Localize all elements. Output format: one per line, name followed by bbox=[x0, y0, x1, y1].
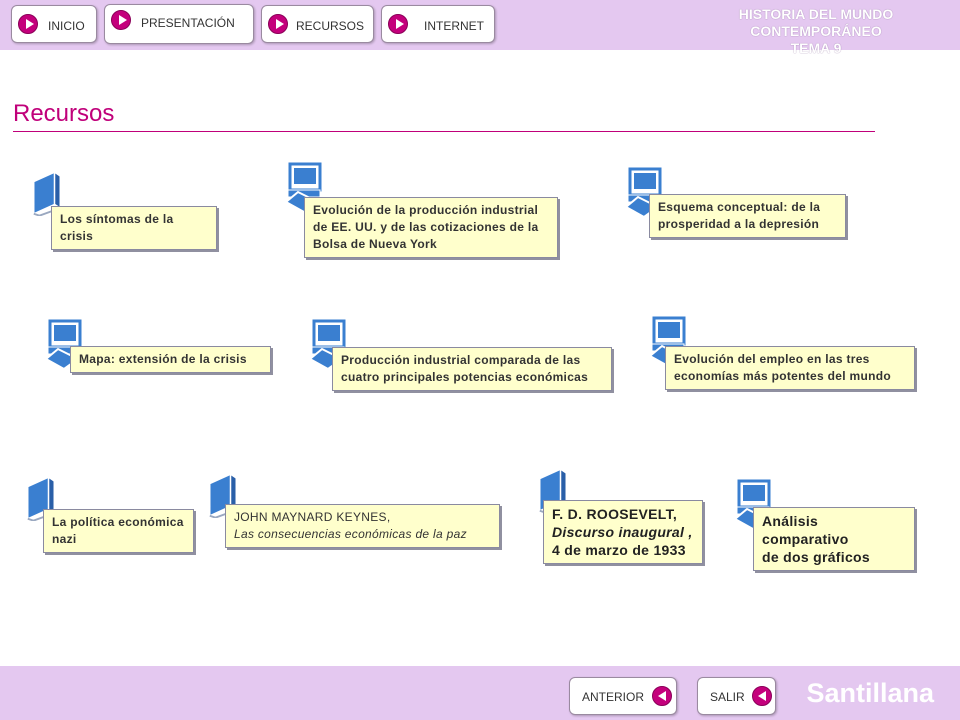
salir-button[interactable]: SALIR bbox=[697, 677, 776, 715]
nav-inicio-label: INICIO bbox=[48, 19, 85, 33]
play-icon bbox=[268, 14, 288, 34]
resource-line: nazi bbox=[52, 532, 77, 546]
resource-esquema-conceptual[interactable]: Esquema conceptual: de la prosperidad a … bbox=[649, 194, 846, 238]
nav-internet-label: INTERNET bbox=[424, 19, 484, 33]
resource-keynes[interactable]: JOHN MAYNARD KEYNES, Las consecuencias e… bbox=[225, 504, 500, 548]
resource-line: de EE. UU. y de las cotizaciones de la bbox=[313, 220, 539, 234]
resource-line: La política económica bbox=[52, 515, 184, 529]
nav-recursos-button[interactable]: RECURSOS bbox=[261, 5, 374, 43]
resource-line: Mapa: extensión de la crisis bbox=[79, 352, 247, 366]
resource-produccion-eeuu[interactable]: Evolución de la producción industrial de… bbox=[304, 197, 558, 258]
anterior-label: ANTERIOR bbox=[582, 690, 645, 704]
resource-line: Las consecuencias económicas de la paz bbox=[234, 527, 467, 541]
nav-recursos-label: RECURSOS bbox=[296, 19, 365, 33]
page-title: Recursos bbox=[13, 100, 115, 127]
resource-mapa-crisis[interactable]: Mapa: extensión de la crisis bbox=[70, 346, 271, 373]
play-icon bbox=[18, 14, 38, 34]
resource-line: Análisis comparativo bbox=[762, 513, 849, 547]
resource-line: Producción industrial comparada de las bbox=[341, 353, 581, 367]
resource-line: Discurso inaugural , bbox=[552, 524, 693, 540]
course-title-line1: HISTORIA DEL MUNDO CONTEMPORÁNEO bbox=[738, 6, 894, 39]
resource-evolucion-empleo[interactable]: Evolución del empleo en las tres economí… bbox=[665, 346, 915, 390]
resource-line: Evolución del empleo en las tres bbox=[674, 352, 870, 366]
course-title-line2: TEMA 9 bbox=[790, 40, 842, 56]
resource-line: prosperidad a la depresión bbox=[658, 217, 820, 231]
play-icon bbox=[111, 10, 131, 30]
santillana-logo: Santillana bbox=[806, 678, 934, 708]
salir-label: SALIR bbox=[710, 690, 745, 704]
resource-sintomas-crisis[interactable]: Los síntomas de la crisis bbox=[51, 206, 217, 250]
title-divider bbox=[13, 131, 875, 132]
resource-produccion-comparada[interactable]: Producción industrial comparada de las c… bbox=[332, 347, 612, 391]
nav-inicio-button[interactable]: INICIO bbox=[11, 5, 97, 43]
back-arrow-icon bbox=[652, 686, 672, 706]
nav-presentacion-button[interactable]: PRESENTACIÓN bbox=[104, 4, 254, 44]
resource-analisis-graficos[interactable]: Análisis comparativo de dos gráficos bbox=[753, 507, 915, 571]
play-icon bbox=[388, 14, 408, 34]
course-title: HISTORIA DEL MUNDO CONTEMPORÁNEO TEMA 9 bbox=[686, 6, 946, 57]
resource-line: F. D. ROOSEVELT, bbox=[552, 506, 678, 522]
resource-politica-nazi[interactable]: La política económica nazi bbox=[43, 509, 194, 553]
resource-line: 4 de marzo de 1933 bbox=[552, 542, 686, 558]
resource-line: Evolución de la producción industrial bbox=[313, 203, 539, 217]
resource-line: cuatro principales potencias económicas bbox=[341, 370, 589, 384]
resource-line: JOHN MAYNARD KEYNES, bbox=[234, 510, 391, 524]
resource-line: Los síntomas de la bbox=[60, 212, 174, 226]
resource-line: Bolsa de Nueva York bbox=[313, 237, 437, 251]
resource-line: crisis bbox=[60, 229, 94, 243]
resource-roosevelt[interactable]: F. D. ROOSEVELT, Discurso inaugural , 4 … bbox=[543, 500, 703, 564]
resource-line: Esquema conceptual: de la bbox=[658, 200, 821, 214]
nav-presentacion-label: PRESENTACIÓN bbox=[141, 16, 235, 30]
back-arrow-icon bbox=[752, 686, 772, 706]
resource-line: economías más potentes del mundo bbox=[674, 369, 891, 383]
nav-internet-button[interactable]: INTERNET bbox=[381, 5, 495, 43]
anterior-button[interactable]: ANTERIOR bbox=[569, 677, 677, 715]
resource-line: de dos gráficos bbox=[762, 549, 870, 565]
